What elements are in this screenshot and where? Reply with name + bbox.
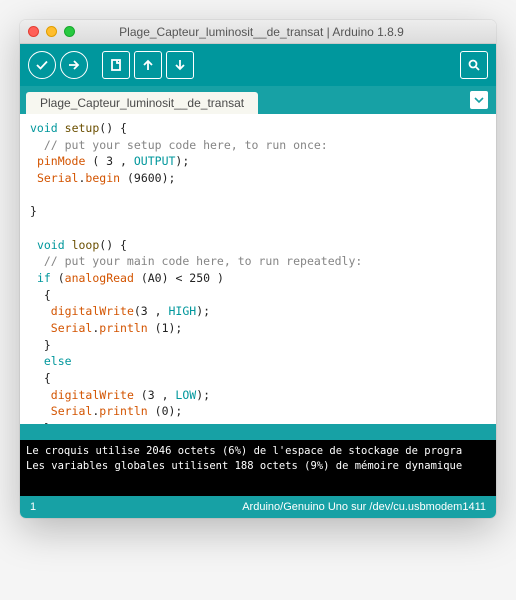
- toolbar: [20, 44, 496, 86]
- console-line: Le croquis utilise 2046 octets (6%) de l…: [26, 445, 462, 457]
- serial-monitor-button[interactable]: [460, 51, 488, 79]
- status-bar: 1 Arduino/Genuino Uno sur /dev/cu.usbmod…: [20, 496, 496, 518]
- titlebar: Plage_Capteur_luminosit__de_transat | Ar…: [20, 20, 496, 44]
- upload-button[interactable]: [60, 51, 88, 79]
- file-icon: [109, 58, 123, 72]
- check-icon: [35, 58, 49, 72]
- verify-button[interactable]: [28, 51, 56, 79]
- arrow-up-icon: [141, 58, 155, 72]
- message-bar: [20, 424, 496, 440]
- open-button[interactable]: [134, 51, 162, 79]
- app-window: Plage_Capteur_luminosit__de_transat | Ar…: [20, 20, 496, 518]
- arrow-right-icon: [67, 58, 81, 72]
- window-title: Plage_Capteur_luminosit__de_transat | Ar…: [35, 25, 488, 39]
- output-console[interactable]: Le croquis utilise 2046 octets (6%) de l…: [20, 440, 496, 496]
- tab-menu-button[interactable]: [470, 91, 488, 109]
- chevron-down-icon: [474, 95, 484, 105]
- board-port: Arduino/Genuino Uno sur /dev/cu.usbmodem…: [36, 501, 486, 513]
- save-button[interactable]: [166, 51, 194, 79]
- tab-sketch[interactable]: Plage_Capteur_luminosit__de_transat: [26, 92, 258, 114]
- tab-bar: Plage_Capteur_luminosit__de_transat: [20, 86, 496, 114]
- arrow-down-icon: [173, 58, 187, 72]
- console-line: Les variables globales utilisent 188 oct…: [26, 460, 462, 472]
- code-token: void: [30, 121, 58, 135]
- code-editor[interactable]: void setup() { // put your setup code he…: [20, 114, 496, 424]
- serial-monitor-icon: [467, 58, 481, 72]
- new-button[interactable]: [102, 51, 130, 79]
